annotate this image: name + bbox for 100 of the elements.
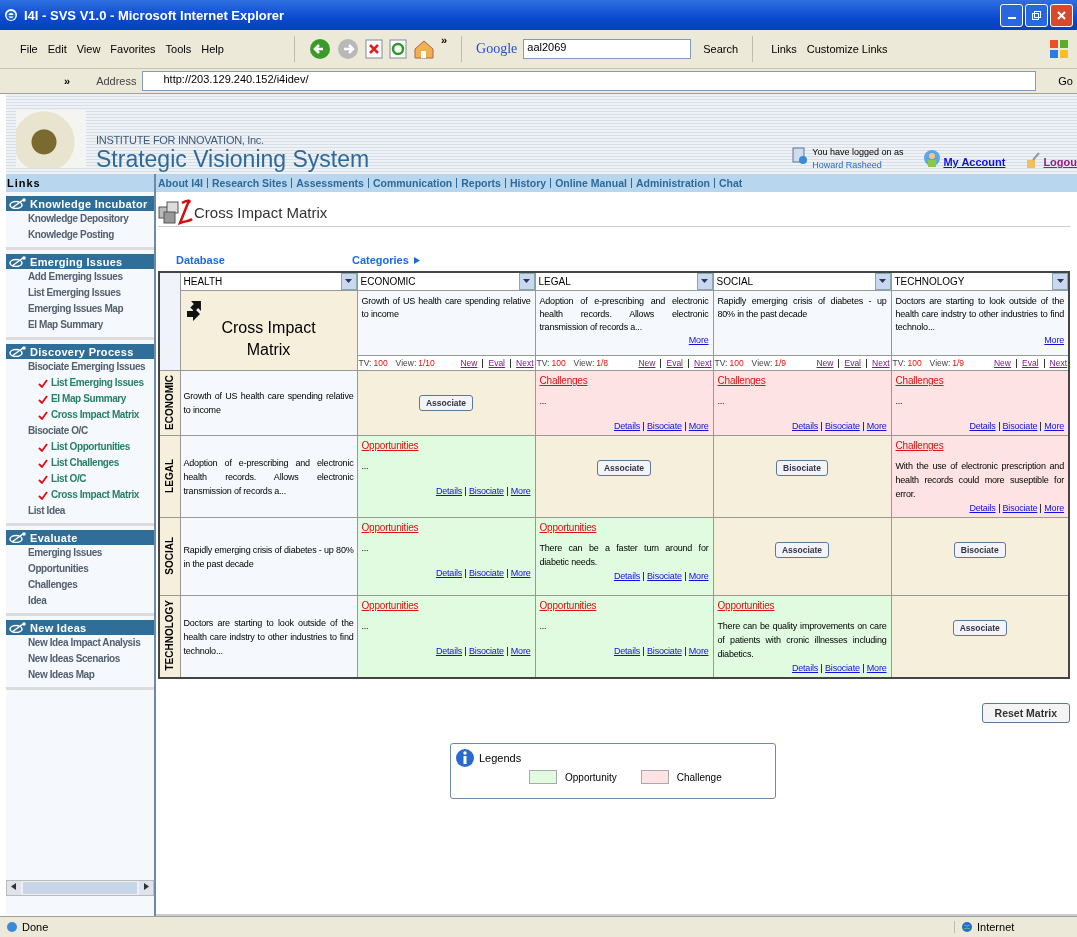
cell-link[interactable]: Bisociate (469, 568, 504, 578)
cell-link[interactable]: Bisociate (469, 646, 504, 656)
sidebar-link[interactable]: List Idea (6, 503, 154, 519)
sidebar-link[interactable]: Challenges (6, 577, 154, 593)
cell-link[interactable]: Details (791, 421, 819, 431)
sidebar-link[interactable]: List Emerging Issues (6, 285, 154, 301)
cell-link[interactable]: Details (613, 646, 641, 656)
menu-item[interactable]: Tools (165, 43, 192, 55)
address-field[interactable]: http://203.129.240.152/i4idev/ (142, 71, 1037, 91)
category-heading-link[interactable]: Opportunities (717, 599, 887, 613)
database-link[interactable]: Database (158, 254, 352, 266)
sidebar-link[interactable]: EI Map Summary (6, 317, 154, 333)
sidebar-link[interactable]: List O/C (51, 471, 87, 487)
category-heading-link[interactable]: Opportunities (361, 521, 531, 535)
category-heading-link[interactable]: Opportunities (539, 599, 709, 613)
section-header[interactable]: Emerging Issues (6, 254, 154, 269)
cell-link[interactable]: Bisociate (647, 571, 682, 581)
cell-link[interactable]: More (688, 421, 709, 431)
category-heading-link[interactable]: Opportunities (361, 599, 531, 613)
category-heading-link[interactable]: Challenges (539, 374, 709, 388)
header-link[interactable]: Eval (666, 358, 683, 368)
cell-link[interactable]: More (866, 421, 887, 431)
cell-link[interactable]: More (688, 646, 709, 656)
cell-link[interactable]: Details (969, 421, 996, 431)
cell-link[interactable]: Bisociate (469, 486, 504, 496)
nav-link[interactable]: Chat (719, 177, 743, 189)
cell-link[interactable]: Details (969, 503, 996, 513)
nav-link[interactable]: Reports (461, 177, 501, 189)
cell-link[interactable]: Details (791, 663, 819, 673)
cell-link[interactable]: Details (613, 571, 641, 581)
sidebar-link[interactable]: EI Map Summary (51, 391, 126, 407)
section-header[interactable]: Evaluate (6, 530, 154, 545)
customize-links-button[interactable]: Customize Links (806, 43, 888, 55)
cell-link[interactable]: More (510, 568, 531, 578)
nav-link[interactable]: History (509, 177, 547, 189)
nav-link[interactable]: Assessments (296, 177, 364, 189)
cell-link[interactable]: Details (435, 646, 463, 656)
stop-icon[interactable] (364, 39, 383, 59)
sidebar-link[interactable]: Cross Impact Matrix (51, 407, 139, 423)
sidebar-link[interactable]: New Ideas Scenarios (6, 651, 154, 667)
toolbar-overflow[interactable]: » (64, 75, 71, 87)
scroll-left-icon[interactable] (11, 883, 17, 890)
google-label[interactable]: Google (476, 41, 518, 57)
associate-button[interactable]: Associate (774, 542, 830, 558)
horizontal-scrollbar[interactable] (6, 880, 154, 896)
associate-button[interactable]: Associate (418, 395, 474, 411)
back-icon[interactable] (308, 38, 331, 60)
category-heading-link[interactable]: Opportunities (539, 521, 709, 535)
cell-link[interactable]: More (510, 486, 531, 496)
associate-button[interactable]: Bisociate (953, 542, 1006, 558)
logout-link[interactable]: Logou (1043, 156, 1077, 168)
cell-link[interactable]: Bisociate (825, 421, 860, 431)
category-select[interactable]: TECHNOLOGY (891, 273, 1068, 290)
links-label[interactable]: Links (771, 43, 797, 55)
sidebar-link[interactable]: Emerging Issues (6, 545, 154, 561)
home-icon[interactable] (412, 39, 435, 59)
cell-link[interactable]: More (1044, 421, 1064, 431)
cell-link[interactable]: Bisociate (1002, 421, 1038, 431)
header-link[interactable]: Eval (488, 358, 505, 368)
category-heading-link[interactable]: Challenges (895, 439, 1064, 453)
sidebar-link[interactable]: Opportunities (6, 561, 154, 577)
header-link[interactable]: Next (1049, 358, 1067, 368)
header-link[interactable]: Eval (844, 358, 861, 368)
header-link[interactable]: New (816, 358, 834, 368)
minimize-button[interactable] (1000, 3, 1023, 27)
my-account-link[interactable]: My Account (943, 156, 1006, 168)
header-link[interactable]: New (993, 358, 1011, 368)
cell-link[interactable]: More (510, 646, 531, 656)
nav-link[interactable]: Communication (372, 177, 453, 189)
sidebar-link[interactable]: List Challenges (51, 455, 119, 471)
associate-button[interactable]: Associate (596, 460, 652, 476)
cell-link[interactable]: Bisociate (647, 421, 682, 431)
category-heading-link[interactable]: Challenges (895, 374, 1064, 388)
cell-link[interactable]: Bisociate (1002, 503, 1038, 513)
cell-link[interactable]: Bisociate (647, 646, 682, 656)
nav-link[interactable]: About I4I (158, 177, 203, 189)
associate-button[interactable]: Bisociate (776, 460, 828, 476)
sidebar-link[interactable]: Bisociate O/C (6, 423, 154, 439)
reset-matrix-button[interactable]: Reset Matrix (981, 703, 1070, 723)
header-link[interactable]: Next (516, 358, 534, 368)
menu-item[interactable]: View (76, 43, 101, 55)
cell-link[interactable]: Details (613, 421, 641, 431)
cell-link[interactable]: More (688, 571, 709, 581)
header-link[interactable]: New (638, 358, 656, 368)
sidebar-link[interactable]: List Emerging Issues (51, 375, 144, 391)
cell-link[interactable]: Details (435, 486, 463, 496)
menu-item[interactable]: Help (201, 43, 224, 55)
sidebar-link[interactable]: Knowledge Depository (6, 211, 154, 227)
sidebar-link[interactable]: List Opportunities (51, 439, 130, 455)
sidebar-link[interactable]: New Ideas Map (6, 667, 154, 683)
sidebar-link[interactable]: New Idea Impact Analysis (6, 635, 154, 651)
search-field[interactable]: aal2069 (523, 39, 692, 59)
sidebar-link[interactable]: Bisociate Emerging Issues (6, 359, 154, 375)
nav-link[interactable]: Research Sites (211, 177, 288, 189)
nav-link[interactable]: Administration (635, 177, 710, 189)
more-link[interactable]: More (688, 335, 709, 345)
close-button[interactable] (1050, 3, 1073, 27)
go-button[interactable]: Go (1042, 75, 1073, 87)
associate-button[interactable]: Associate (952, 620, 1007, 636)
sidebar-link[interactable]: Idea (6, 593, 154, 609)
